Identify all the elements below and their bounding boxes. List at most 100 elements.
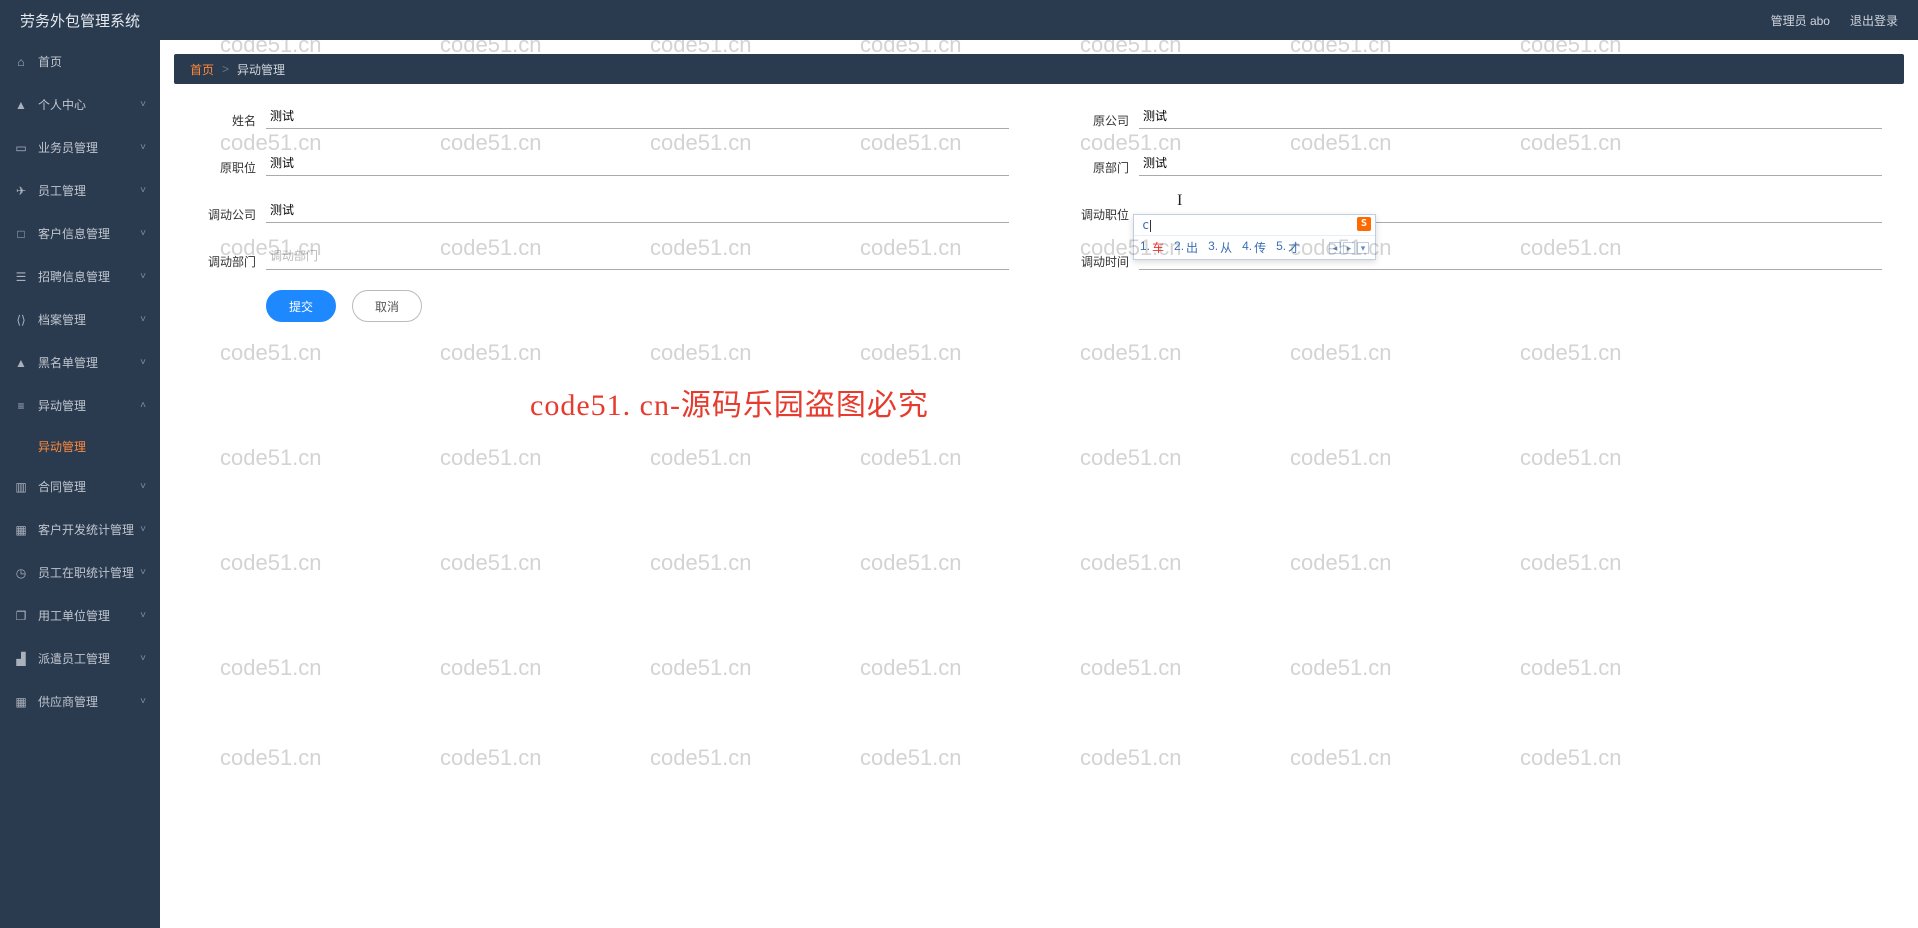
cancel-button[interactable]: 取消 <box>352 290 422 322</box>
chevron-down-icon: ˅ <box>140 481 146 492</box>
sidebar-item-14[interactable]: ▦供应商管理˅ <box>0 680 160 723</box>
ime-candidate[interactable]: 1.车 <box>1140 239 1164 256</box>
ime-drop-icon[interactable]: ▾ <box>1357 242 1369 254</box>
sidebar-item-6[interactable]: ⟨⟩档案管理˅ <box>0 298 160 341</box>
sidebar-item-7[interactable]: ▲ 黑名单管理 ˅ <box>0 341 160 384</box>
orig-job-input[interactable] <box>266 149 1009 176</box>
watermark: code51.cn <box>440 445 542 471</box>
watermark: code51.cn <box>440 550 542 576</box>
sidebar-item-12[interactable]: ❐用工单位管理˅ <box>0 594 160 637</box>
app-title: 劳务外包管理系统 <box>20 10 140 31</box>
sidebar-item-2[interactable]: ▭业务员管理˅ <box>0 126 160 169</box>
watermark-big: code51. cn-源码乐园盗图必究 <box>530 380 929 424</box>
chevron-down-icon: ˅ <box>140 185 146 196</box>
menu-icon: ❐ <box>14 609 28 623</box>
move-job-label: 调动职位 <box>1069 206 1129 223</box>
breadcrumb-home[interactable]: 首页 <box>190 61 214 78</box>
sidebar-item-8[interactable]: ≡异动管理˄ <box>0 384 160 427</box>
move-dept-input[interactable] <box>266 243 1009 270</box>
chevron-down-icon: ˅ <box>140 567 146 578</box>
sidebar-item-13[interactable]: ▟派遣员工管理˅ <box>0 637 160 680</box>
watermark: code51.cn <box>440 745 542 771</box>
watermark: code51.cn <box>440 655 542 681</box>
menu-label: 首页 <box>38 53 62 70</box>
top-bar: 劳务外包管理系统 管理员 abo 退出登录 <box>0 0 1918 40</box>
ime-next-icon[interactable]: ▸ <box>1343 242 1355 254</box>
chevron-down-icon: ˅ <box>140 99 146 110</box>
menu-icon: ⟨⟩ <box>14 313 28 327</box>
form-card: 姓名 原公司 原职位 原部门 调 <box>174 84 1904 348</box>
menu-icon: ▦ <box>14 695 28 709</box>
watermark: code51.cn <box>1080 550 1182 576</box>
menu-label: 员工在职统计管理 <box>38 564 134 581</box>
sidebar-item-0[interactable]: ⌂首页 <box>0 40 160 83</box>
watermark: code51.cn <box>1290 445 1392 471</box>
name-label: 姓名 <box>196 112 256 129</box>
menu-label: 派遣员工管理 <box>38 650 110 667</box>
menu-icon: □ <box>14 227 28 241</box>
watermark: code51.cn <box>1080 745 1182 771</box>
watermark: code51.cn <box>650 550 752 576</box>
menu-label: 个人中心 <box>38 96 86 113</box>
menu-label: 供应商管理 <box>38 693 98 710</box>
orig-company-input[interactable] <box>1139 102 1882 129</box>
menu-icon: ☰ <box>14 270 28 284</box>
ime-input-text: c <box>1142 218 1149 232</box>
main-content: 首页 > 异动管理 姓名 原公司 原职位 <box>160 40 1918 928</box>
chevron-down-icon: ˅ <box>140 357 146 368</box>
sidebar-subitem[interactable]: 异动管理 <box>0 427 160 465</box>
chevron-down-icon: ˅ <box>140 653 146 664</box>
name-input[interactable] <box>266 102 1009 129</box>
watermark: code51.cn <box>1290 550 1392 576</box>
watermark: code51.cn <box>860 445 962 471</box>
watermark: code51.cn <box>650 445 752 471</box>
ime-candidate[interactable]: 2.出 <box>1174 239 1198 256</box>
menu-icon: ▥ <box>14 480 28 494</box>
breadcrumb: 首页 > 异动管理 <box>174 54 1904 84</box>
sidebar-item-11[interactable]: ◷ 员工在职统计管理 ˅ <box>0 551 160 594</box>
text-cursor-icon: I <box>1177 192 1182 210</box>
ime-logo-icon: S <box>1357 217 1371 231</box>
sidebar-item-5[interactable]: ☰ 招聘信息管理 ˅ <box>0 255 160 298</box>
user-label[interactable]: 管理员 abo <box>1771 12 1830 29</box>
sidebar: ⌂首页▲个人中心˅▭业务员管理˅✈员工管理˅□客户信息管理˅☰招聘信息管理˅⟨⟩… <box>0 40 160 928</box>
watermark: code51.cn <box>1520 655 1622 681</box>
menu-label: 招聘信息管理 <box>38 268 110 285</box>
ime-prev-icon[interactable]: ◂ <box>1329 242 1341 254</box>
menu-label: 黑名单管理 <box>38 354 98 371</box>
move-company-label: 调动公司 <box>196 206 256 223</box>
sidebar-item-1[interactable]: ▲个人中心˅ <box>0 83 160 126</box>
chevron-up-icon: ˄ <box>140 400 146 411</box>
breadcrumb-current: 异动管理 <box>237 61 285 78</box>
menu-label: 异动管理 <box>38 397 86 414</box>
logout-link[interactable]: 退出登录 <box>1850 12 1898 29</box>
watermark: code51.cn <box>220 550 322 576</box>
chevron-down-icon: ˅ <box>140 142 146 153</box>
chevron-down-icon: ˅ <box>140 524 146 535</box>
ime-candidate[interactable]: 4.传 <box>1242 239 1266 256</box>
orig-dept-input[interactable] <box>1139 149 1882 176</box>
chevron-down-icon: ˅ <box>140 314 146 325</box>
menu-label: 客户信息管理 <box>38 225 110 242</box>
ime-candidate[interactable]: 3.从 <box>1208 239 1232 256</box>
watermark: code51.cn <box>1290 655 1392 681</box>
menu-icon: ◷ <box>14 566 28 580</box>
ime-candidate[interactable]: 5.才 <box>1276 239 1300 256</box>
chevron-down-icon: ˅ <box>140 271 146 282</box>
watermark: code51.cn <box>1520 550 1622 576</box>
watermark: code51.cn <box>220 745 322 771</box>
menu-icon: ▦ <box>14 523 28 537</box>
menu-label: 客户开发统计管理 <box>38 521 134 538</box>
menu-label: 员工管理 <box>38 182 86 199</box>
watermark: code51.cn <box>650 655 752 681</box>
menu-icon: ▲ <box>14 356 28 370</box>
menu-icon: ✈ <box>14 184 28 198</box>
menu-label: 合同管理 <box>38 478 86 495</box>
move-company-input[interactable] <box>266 196 1009 223</box>
sidebar-item-4[interactable]: □客户信息管理˅ <box>0 212 160 255</box>
sidebar-item-3[interactable]: ✈ 员工管理 ˅ <box>0 169 160 212</box>
sidebar-item-9[interactable]: ▥ 合同管理 ˅ <box>0 465 160 508</box>
sidebar-item-10[interactable]: ▦ 客户开发统计管理 ˅ <box>0 508 160 551</box>
submit-button[interactable]: 提交 <box>266 290 336 322</box>
watermark: code51.cn <box>220 655 322 681</box>
